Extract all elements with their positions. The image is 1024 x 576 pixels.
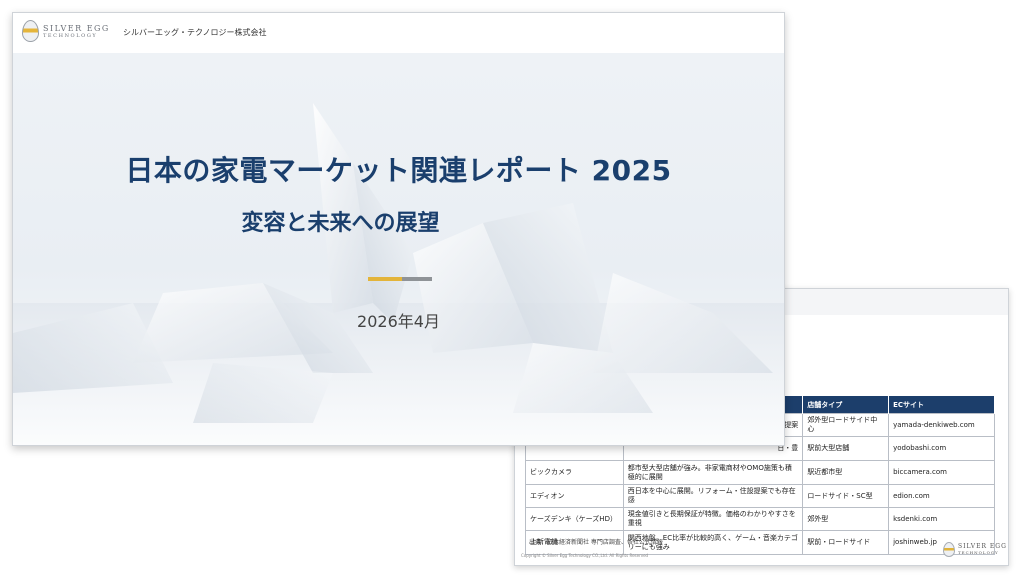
accent-bar-gray bbox=[402, 277, 432, 281]
cell-ec: yamada-denkiweb.com bbox=[888, 413, 995, 437]
cell-desc: 都市型大型店舗が強み。非家電商材やOMO施策も積極的に展開 bbox=[622, 460, 804, 485]
cell-ec: yodobashi.com bbox=[888, 436, 995, 461]
cell-name: ビックカメラ bbox=[525, 460, 624, 485]
logo-text-line1: SILVER EGG bbox=[958, 542, 1007, 550]
cell-ec: ksdenki.com bbox=[888, 507, 995, 531]
logo-text-line2: TECHNOLOGY bbox=[958, 549, 999, 555]
cell-name: ケーズデンキ（ケーズHD） bbox=[525, 507, 624, 531]
accent-bar-yellow bbox=[368, 277, 402, 281]
slide-title: 日本の家電マーケット関連レポート 2025 bbox=[125, 154, 672, 187]
cell-type: 駅前・ロードサイド bbox=[802, 530, 890, 555]
accent-bar bbox=[368, 277, 432, 281]
cell-type: ロードサイド・SC型 bbox=[802, 484, 890, 508]
table-header-ec-site: ECサイト bbox=[888, 396, 995, 414]
cell-ec: edion.com bbox=[888, 484, 995, 508]
egg-logo-icon bbox=[943, 542, 955, 557]
cell-desc: 西日本を中心に展開。リフォーム・住設提案でも存在感 bbox=[622, 484, 804, 508]
hero-background: 日本の家電マーケット関連レポート 2025 変容と未来への展望 2026年4月 bbox=[13, 53, 784, 445]
table-header-store-type: 店舗タイプ bbox=[802, 396, 890, 414]
egg-logo-icon bbox=[22, 20, 39, 42]
cell-desc: 現金値引きと長期保証が特徴。価格のわかりやすさを重視 bbox=[622, 507, 804, 531]
logo-text-line1: SILVER EGG bbox=[43, 23, 110, 33]
company-name: シルバーエッグ・テクノロジー株式会社 bbox=[123, 28, 267, 37]
company-logo: SILVER EGG TECHNOLOGY bbox=[22, 20, 110, 42]
source-note: 出典：日本経済新聞社 専門店調査、各社公式情報 bbox=[529, 539, 663, 546]
slide-date: 2026年4月 bbox=[357, 312, 440, 331]
title-slide-header: SILVER EGG TECHNOLOGY シルバーエッグ・テクノロジー株式会社 bbox=[13, 13, 784, 53]
table-row: ビックカメラ 都市型大型店舗が強み。非家電商材やOMO施策も積極的に展開 駅近都… bbox=[525, 460, 995, 485]
table-row: エディオン 西日本を中心に展開。リフォーム・住設提案でも存在感 ロードサイド・S… bbox=[525, 484, 995, 508]
cell-type: 駅前大型店舗 bbox=[802, 436, 890, 461]
copyright-note: Copyright © Silver Egg Technology CO.,Lt… bbox=[521, 553, 649, 558]
title-slide-thumbnail[interactable]: SILVER EGG TECHNOLOGY シルバーエッグ・テクノロジー株式会社 bbox=[12, 12, 785, 446]
table-row: ケーズデンキ（ケーズHD） 現金値引きと長期保証が特徴。価格のわかりやすさを重視… bbox=[525, 507, 995, 531]
crystal-shards-graphic bbox=[13, 103, 784, 445]
back-slide-logo: SILVER EGG TECHNOLOGY bbox=[943, 542, 1007, 557]
cell-type: 駅近都市型 bbox=[802, 460, 890, 485]
cell-type: 郊外型ロードサイド中心 bbox=[802, 413, 890, 437]
logo-text-line2: TECHNOLOGY bbox=[43, 32, 98, 39]
cell-ec: biccamera.com bbox=[888, 460, 995, 485]
cell-name: エディオン bbox=[525, 484, 624, 508]
slide-subtitle: 変容と未来への展望 bbox=[241, 211, 440, 236]
cell-type: 郊外型 bbox=[802, 507, 890, 531]
